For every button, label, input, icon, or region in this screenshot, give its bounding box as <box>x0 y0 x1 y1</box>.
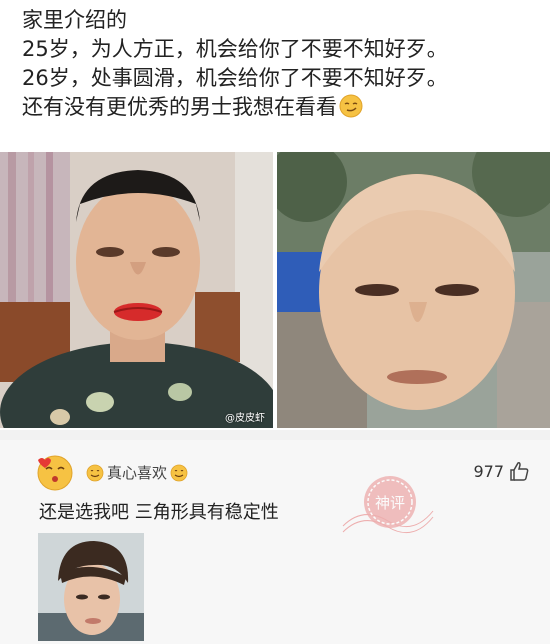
smirk-emoji-icon <box>339 94 363 118</box>
kiss-emoji-avatar-icon[interactable] <box>36 454 74 492</box>
stamp-text: 神评 <box>375 494 405 512</box>
left-photo-image <box>0 152 273 428</box>
post-line-1: 家里介绍的 <box>22 8 127 32</box>
post-text: 家里介绍的 25岁，为人方正，机会给你了不要不知好歹。 26岁，处事圆滑，机会给… <box>22 6 542 122</box>
left-photo-watermark: @皮皮虾 <box>225 413 265 424</box>
smile-emoji-icon <box>86 464 104 481</box>
post-line-3: 26岁，处事圆滑，机会给你了不要不知好歹。 <box>22 66 448 90</box>
smile-emoji-icon <box>170 464 188 481</box>
photo-grid: @皮皮虾 <box>0 152 550 428</box>
left-photo[interactable]: @皮皮虾 <box>0 152 273 428</box>
section-divider <box>0 430 550 440</box>
comment-username[interactable]: 真心喜欢 <box>86 462 188 483</box>
hot-comment: 真心喜欢 977 神评 还是选我吧 三角形具有稳定性 <box>0 440 550 644</box>
post-line-4-text: 还有没有更优秀的男士我想在看看 <box>22 95 337 119</box>
comment-photo-image <box>38 533 144 641</box>
comment-photo[interactable] <box>38 533 144 641</box>
comment-username-text: 真心喜欢 <box>107 464 168 482</box>
post-line-4: 还有没有更优秀的男士我想在看看 <box>22 93 542 122</box>
thumbs-up-icon[interactable] <box>508 460 530 482</box>
right-photo-image <box>277 152 550 428</box>
like-count: 977 <box>473 462 504 481</box>
comment-text: 还是选我吧 三角形具有稳定性 <box>39 502 279 523</box>
hot-comment-stamp: 神评 <box>342 476 434 534</box>
right-photo[interactable] <box>277 152 550 428</box>
post-line-2: 25岁，为人方正，机会给你了不要不知好歹。 <box>22 37 448 61</box>
